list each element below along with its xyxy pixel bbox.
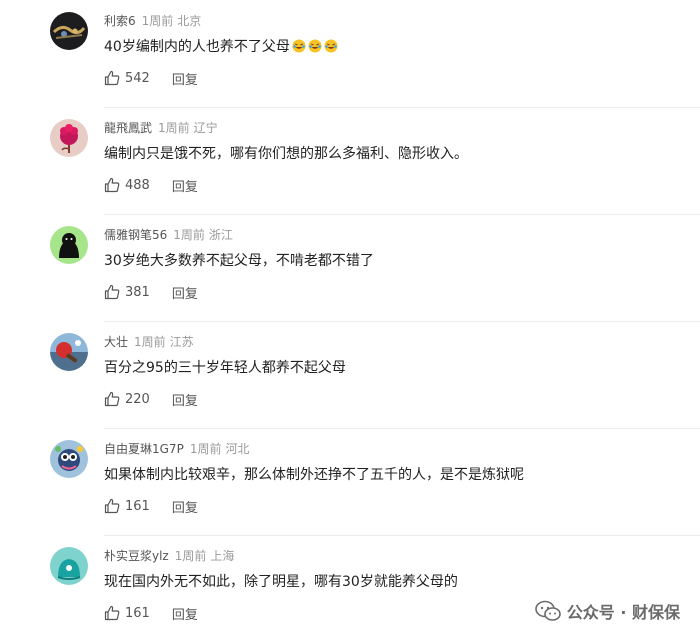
- comment-item: 儒雅钢笔56 1周前 浙江 30岁绝大多数养不起父母，不啃老都不错了 381 回复: [0, 214, 700, 322]
- laughing-cry-emoji-icon: [308, 39, 322, 53]
- time: 1周前: [158, 121, 190, 135]
- comment-body: 如果体制内比较艰辛，那么体制外还挣不了五千的人，是不是炼狱呢: [104, 467, 524, 483]
- thumbs-up-icon: [104, 284, 120, 300]
- comment-meta: 龍飛鳳武 1周前 辽宁: [104, 119, 218, 136]
- comment-meta: 自由夏琳1G7P 1周前 河北: [104, 440, 249, 457]
- time: 1周前: [134, 335, 166, 349]
- time: 1周前: [174, 549, 207, 563]
- username[interactable]: 儒雅钢笔56: [104, 228, 167, 242]
- reply-button[interactable]: 回复: [172, 283, 198, 302]
- comment-meta: 大壮 1周前 江苏: [104, 333, 194, 350]
- location: 辽宁: [193, 121, 218, 135]
- comment-actions: 220 回复: [104, 390, 198, 409]
- like-count: 161: [125, 498, 150, 514]
- thumbs-up-icon: [104, 177, 120, 193]
- comment-body: 编制内只是饿不死，哪有你们想的那么多福利、隐形收入。: [104, 146, 468, 162]
- laughing-cry-emoji-icon: [324, 39, 338, 53]
- username[interactable]: 大壮: [104, 335, 128, 349]
- time: 1周前: [189, 442, 222, 456]
- thumbs-up-icon: [104, 70, 120, 86]
- watermark: 公众号 · 财保保: [534, 599, 680, 623]
- comment-item: 龍飛鳳武 1周前 辽宁 编制内只是饿不死，哪有你们想的那么多福利、隐形收入。 488…: [0, 107, 700, 215]
- comment-item: 朴实豆浆ylz 1周前 上海 现在国内外无不如此，除了明星，哪有30岁就能养父母的 …: [0, 535, 700, 642]
- comment-body: 现在国内外无不如此，除了明星，哪有30岁就能养父母的: [104, 574, 458, 590]
- like-count: 381: [125, 284, 150, 300]
- comment-body: 30岁绝大多数养不起父母，不啃老都不错了: [104, 253, 374, 269]
- comment-actions: 542 回复: [104, 69, 198, 88]
- username[interactable]: 自由夏琳1G7P: [104, 442, 184, 456]
- comment-actions: 161 回复: [104, 604, 198, 623]
- reply-button[interactable]: 回复: [172, 69, 198, 88]
- reply-button[interactable]: 回复: [172, 604, 198, 623]
- avatar[interactable]: [50, 119, 88, 157]
- comment-text: 编制内只是饿不死，哪有你们想的那么多福利、隐形收入。: [104, 143, 468, 163]
- comment-body: 40岁编制内的人也养不了父母: [104, 39, 290, 55]
- reply-button[interactable]: 回复: [172, 497, 198, 516]
- like-button[interactable]: 161: [104, 498, 150, 514]
- wechat-icon: [534, 600, 561, 621]
- time: 1周前: [141, 14, 174, 28]
- avatar[interactable]: [50, 547, 88, 585]
- thumbs-up-icon: [104, 605, 120, 621]
- location: 河北: [225, 442, 250, 456]
- comment-actions: 161 回复: [104, 497, 198, 516]
- comment-actions: 381 回复: [104, 283, 198, 302]
- like-button[interactable]: 488: [104, 177, 150, 193]
- comment-item: 利索6 1周前 北京 40岁编制内的人也养不了父母 542 回复: [0, 0, 700, 108]
- like-button[interactable]: 161: [104, 605, 150, 621]
- like-count: 488: [125, 177, 150, 193]
- like-button[interactable]: 542: [104, 70, 150, 86]
- location: 江苏: [169, 335, 194, 349]
- time: 1周前: [173, 228, 205, 242]
- comment-actions: 488 回复: [104, 176, 198, 195]
- comment-meta: 利索6 1周前 北京: [104, 12, 201, 29]
- comment-text: 现在国内外无不如此，除了明星，哪有30岁就能养父母的: [104, 571, 458, 591]
- comment-item: 大壮 1周前 江苏 百分之95的三十岁年轻人都养不起父母 220 回复: [0, 321, 700, 429]
- username[interactable]: 利索6: [104, 14, 136, 28]
- like-count: 220: [125, 391, 150, 407]
- username[interactable]: 朴实豆浆ylz: [104, 549, 169, 563]
- thumbs-up-icon: [104, 498, 120, 514]
- avatar[interactable]: [50, 440, 88, 478]
- comment-meta: 儒雅钢笔56 1周前 浙江: [104, 226, 233, 243]
- avatar[interactable]: [50, 226, 88, 264]
- comment-text: 如果体制内比较艰辛，那么体制外还挣不了五千的人，是不是炼狱呢: [104, 464, 524, 484]
- like-button[interactable]: 381: [104, 284, 150, 300]
- thumbs-up-icon: [104, 391, 120, 407]
- reply-button[interactable]: 回复: [172, 390, 198, 409]
- reply-button[interactable]: 回复: [172, 176, 198, 195]
- username[interactable]: 龍飛鳳武: [104, 121, 152, 135]
- laughing-cry-emoji-icon: [292, 39, 306, 53]
- location: 北京: [177, 14, 202, 28]
- comment-text: 30岁绝大多数养不起父母，不啃老都不错了: [104, 250, 374, 270]
- comment-text: 百分之95的三十岁年轻人都养不起父母: [104, 357, 346, 377]
- like-count: 542: [125, 70, 150, 86]
- location: 上海: [210, 549, 235, 563]
- avatar[interactable]: [50, 12, 88, 50]
- comment-body: 百分之95的三十岁年轻人都养不起父母: [104, 360, 346, 376]
- comment-item: 自由夏琳1G7P 1周前 河北 如果体制内比较艰辛，那么体制外还挣不了五千的人，是不…: [0, 428, 700, 536]
- location: 浙江: [208, 228, 233, 242]
- like-count: 161: [125, 605, 150, 621]
- like-button[interactable]: 220: [104, 391, 150, 407]
- comment-meta: 朴实豆浆ylz 1周前 上海: [104, 547, 234, 564]
- comment-text: 40岁编制内的人也养不了父母: [104, 36, 338, 56]
- avatar[interactable]: [50, 333, 88, 371]
- watermark-text: 公众号 · 财保保: [566, 603, 680, 622]
